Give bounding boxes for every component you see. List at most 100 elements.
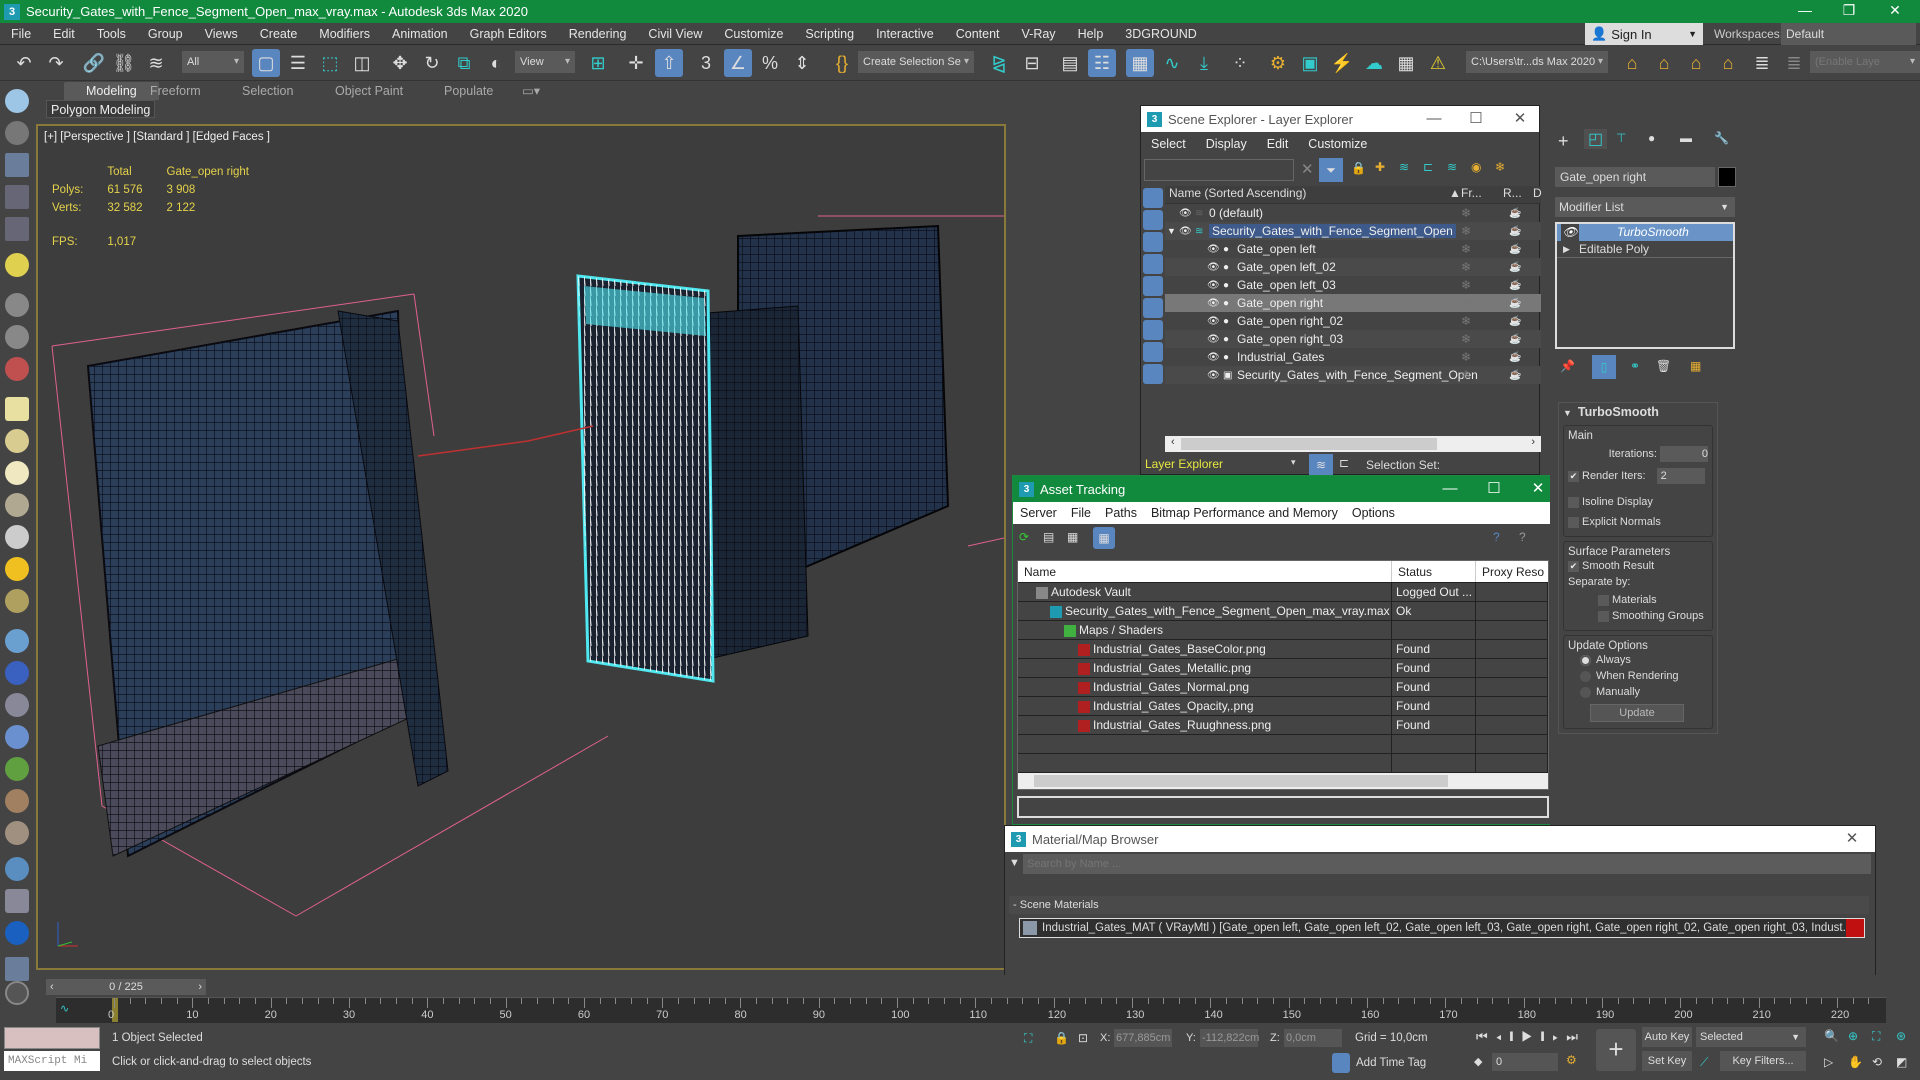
menu-create[interactable]: Create [249,27,309,41]
next-frame-icon[interactable]: › [198,979,202,995]
vray-sun-icon[interactable] [5,557,29,581]
cameras-filter-icon[interactable] [1143,254,1163,274]
geometry-filter-icon[interactable] [1143,188,1163,208]
project-create-icon[interactable]: ⌂ [1682,49,1710,77]
utilities-tab-icon[interactable]: 🔧 [1714,131,1729,145]
rendered-frame-window-icon[interactable]: ▣ [1296,49,1324,77]
menu-modifiers[interactable]: Modifiers [308,27,381,41]
asset-row[interactable]: Autodesk Vault Logged Out ... [1018,583,1548,602]
visibility-eye-icon[interactable]: 👁 [1207,280,1220,291]
polygon-modeling-panel[interactable]: Polygon Modeling [46,100,156,118]
hierarchy-tab-icon[interactable]: ⊤ [1616,131,1626,145]
visibility-eye-icon[interactable]: 👁 [1207,316,1220,327]
create-tab-icon[interactable]: + [1558,131,1569,152]
menu-tools[interactable]: Tools [86,27,137,41]
layer-row[interactable]: 👁 ≋ 0 (default) ❄ ☕ [1165,204,1541,222]
stack-item-editable-poly[interactable]: ▶ Editable Poly [1557,241,1733,258]
layers-stack-icon[interactable]: ≋ [1447,160,1457,174]
materials-checkbox[interactable] [1598,594,1609,606]
clear-search-icon[interactable]: ✕ [1301,160,1314,178]
visibility-eye-icon[interactable]: 👁 [1207,370,1220,381]
chevron-down-icon[interactable]: ▾ [1291,457,1296,468]
field-of-view-icon[interactable]: ▷ [1824,1055,1833,1069]
menu-group[interactable]: Group [137,27,194,41]
visibility-eye-icon[interactable]: 👁 [1207,334,1220,345]
renderable-teapot-icon[interactable]: ☕ [1509,208,1521,219]
object-color-swatch[interactable] [1718,167,1736,187]
asset-row[interactable]: Security_Gates_with_Fence_Segment_Open_m… [1018,602,1548,621]
zoom-extents-icon[interactable]: ⛶ [1872,1029,1880,1044]
refresh-icon[interactable]: ⟳ [1019,530,1029,544]
configure-modifier-sets-icon[interactable]: ▦ [1690,359,1701,373]
project-folder-icon[interactable]: ⌂ [1650,49,1678,77]
select-manipulate-icon[interactable]: ✛ [622,49,650,77]
key-mode-dropdown[interactable]: Selected ▼ [1696,1027,1806,1047]
list-view-icon[interactable]: ▤ [1043,530,1054,544]
minimize-button[interactable]: — [1417,106,1451,132]
renderable-teapot-icon[interactable]: ☕ [1509,298,1521,309]
sign-in-button[interactable]: 👤 Sign In ▼ [1585,23,1703,45]
expand-icon[interactable]: ▶ [1563,241,1570,258]
search-by-name-input[interactable] [1023,854,1871,874]
scene-explorer-toggle-icon[interactable]: ▤ [1056,49,1084,77]
menu-file[interactable]: File [1064,506,1098,520]
tab-selection[interactable]: Selection [242,82,293,100]
track-bar[interactable]: ∿ 0 10 20 30 40 50 60 70 80 90 100 110 120 130 140 150 1… [56,997,1886,1023]
vray-sphere-light-icon[interactable] [5,461,29,485]
renderable-teapot-icon[interactable]: ☕ [1509,280,1521,291]
project-path-dropdown[interactable]: C:\Users\tr...ds Max 2020 [1466,51,1608,73]
list-panel-icon[interactable] [5,185,29,209]
maximize-viewport-icon[interactable]: ◩ [1896,1055,1907,1069]
menu-paths[interactable]: Paths [1098,506,1144,520]
menu-animation[interactable]: Animation [381,27,459,41]
material-item[interactable]: Industrial_Gates_MAT ( VRayMtl ) [Gate_o… [1019,918,1865,938]
smooth-result-checkbox[interactable]: ✔ [1568,560,1579,572]
render-window-icon[interactable] [5,153,29,177]
vray-camera-icon[interactable] [5,357,29,381]
layer-explorer-toggle-icon[interactable]: ☷ [1088,49,1116,77]
teapot-icon[interactable] [5,89,29,113]
xrefs-filter-icon[interactable] [1143,342,1163,362]
vray-mesh-light-icon[interactable] [5,493,29,517]
menu-v-ray[interactable]: V-Ray [1011,27,1067,41]
set-key-button[interactable]: Set Key [1642,1051,1692,1071]
current-frame-spinner[interactable]: 0 [1492,1053,1558,1071]
render-production-icon[interactable]: ⚡ [1328,49,1356,77]
rollout-header[interactable]: ▼ TurboSmooth [1559,403,1717,421]
lock-icon[interactable]: 🔒 [1351,161,1366,175]
physical-camera-icon[interactable] [5,325,29,349]
menu-server[interactable]: Server [1013,506,1064,520]
tab-freeform[interactable]: Freeform [150,82,201,100]
visibility-eye-icon[interactable]: 👁 [1179,226,1192,237]
layer-mode-icon[interactable]: ≋ [1309,454,1333,476]
manually-radio[interactable] [1580,686,1591,698]
minimize-button[interactable]: — [1433,476,1467,502]
vray-clipper-icon[interactable] [5,725,29,749]
auto-key-button[interactable]: Auto Key [1642,1027,1692,1047]
layer-row[interactable]: 👁 ● Gate_open right ❄ ☕ [1165,294,1541,312]
layer-row[interactable]: 👁 ▼ ≋ Security_Gates_with_Fence_Segment_Ope… [1165,222,1541,240]
align-icon[interactable]: ⊟ [1018,49,1046,77]
menu-interactive[interactable]: Interactive [865,27,945,41]
ribbon-toggle-icon[interactable]: ▦ [1126,49,1154,77]
key-filters-button[interactable]: Key Filters... [1720,1051,1806,1071]
scene-explorer-search-input[interactable] [1144,159,1294,181]
maxscript-mini-listener[interactable]: MAXScript Mi [4,1051,100,1071]
asset-row[interactable]: Maps / Shaders [1018,621,1548,640]
maxscript-listener-pink[interactable] [4,1027,100,1049]
layer-row[interactable]: 👁 ▣ Security_Gates_with_Fence_Segment_Open… [1165,366,1541,384]
hierarchy-mode-icon[interactable]: ⊏ [1339,456,1349,470]
mini-curve-editor-icon[interactable]: ∿ [60,1002,69,1015]
freeze-icon[interactable]: ❄ [1461,314,1471,328]
column-proxy-resolution[interactable]: Proxy Reso [1476,561,1548,582]
time-tag-icon[interactable] [1332,1053,1350,1073]
menu-content[interactable]: Content [945,27,1011,41]
update-button[interactable]: Update [1590,704,1684,722]
vray-proxy-icon[interactable] [5,693,29,717]
renderable-teapot-icon[interactable]: ☕ [1509,316,1521,327]
project-settings-icon[interactable]: ⌂ [1618,49,1646,77]
asset-row[interactable]: Industrial_Gates_BaseColor.png Found [1018,640,1548,659]
vray-dome-light-icon[interactable] [5,429,29,453]
window-crossing-icon[interactable]: ◫ [348,49,376,77]
light-icon[interactable] [5,253,29,277]
